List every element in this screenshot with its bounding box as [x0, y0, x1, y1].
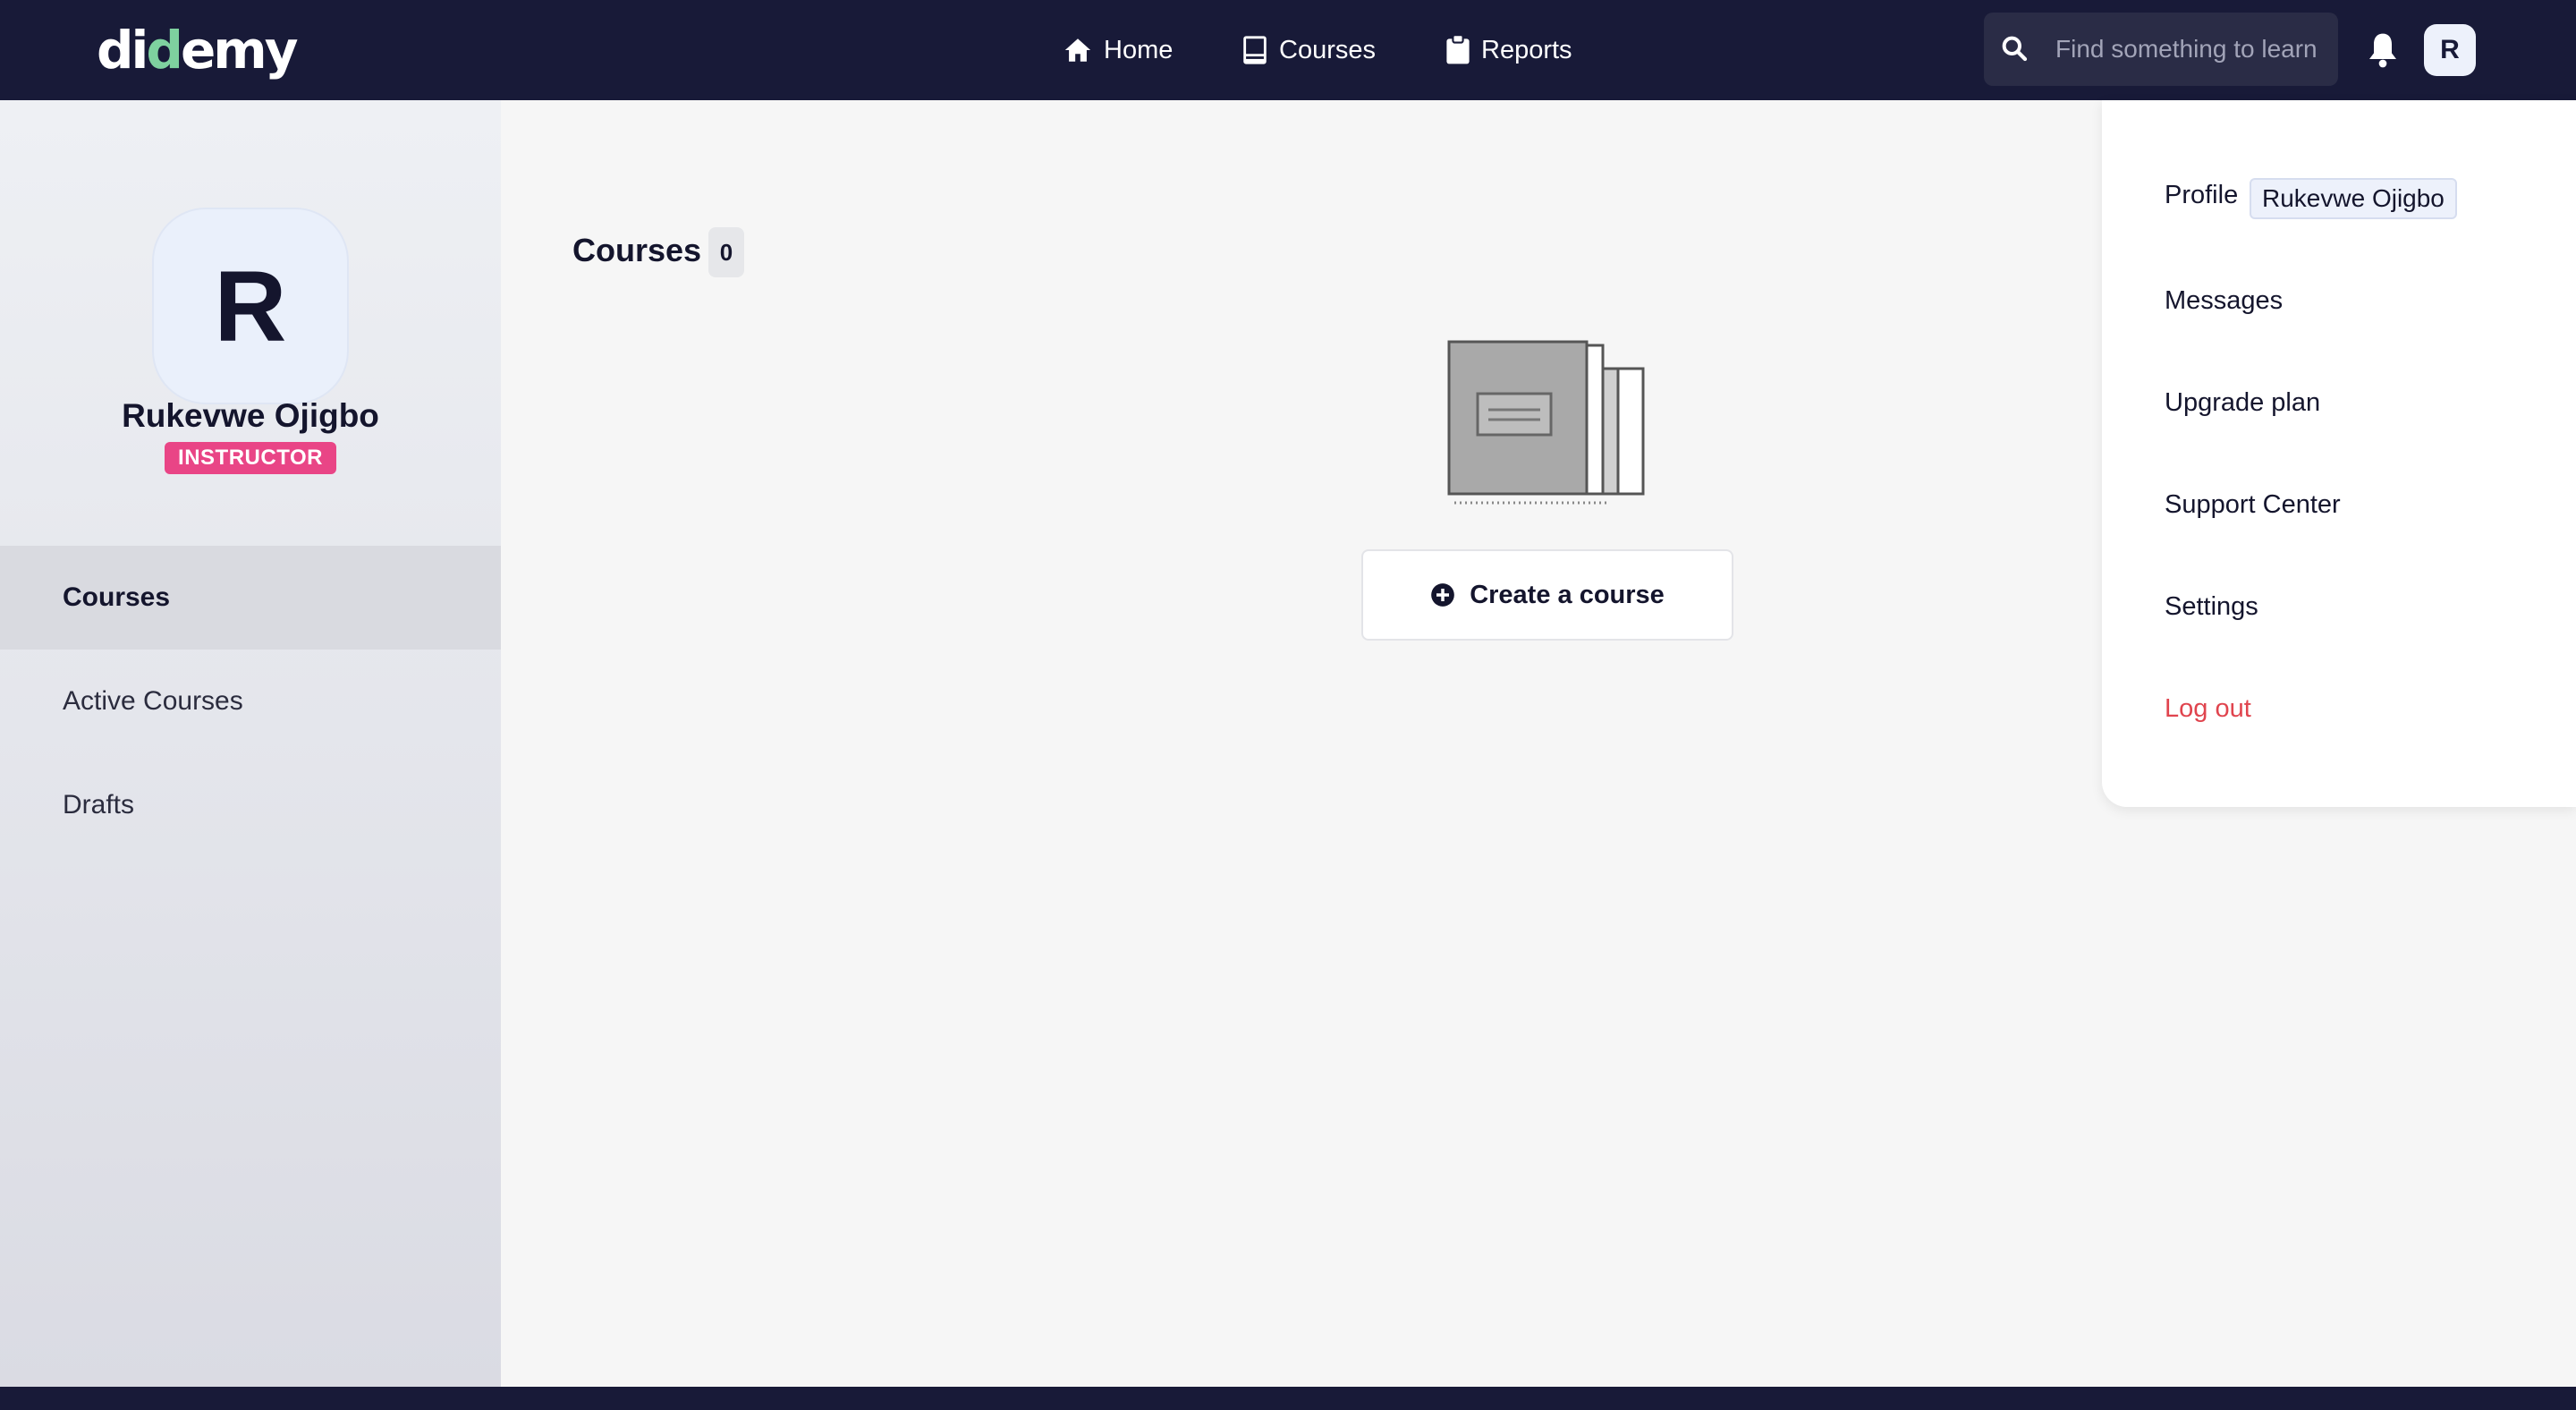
- nav-reports[interactable]: Reports: [1445, 25, 1572, 75]
- sidebar-item-drafts[interactable]: Drafts: [0, 753, 501, 857]
- nav-courses[interactable]: Courses: [1241, 25, 1376, 75]
- footer-bar: [0, 1387, 2576, 1410]
- logo-text-accent: d: [146, 20, 182, 81]
- sidebar-item-label: Courses: [63, 582, 171, 612]
- bell-icon[interactable]: [2365, 30, 2401, 70]
- user-avatar-button[interactable]: R: [2424, 24, 2476, 76]
- empty-courses-illustration: [1447, 340, 1645, 505]
- logo-text-start: di: [97, 20, 148, 81]
- search-input[interactable]: [2054, 29, 2322, 70]
- nav-home-label: Home: [1104, 35, 1174, 64]
- logo[interactable]: didemy: [97, 14, 299, 86]
- profile-avatar: R: [152, 208, 349, 404]
- profile-name-chip: Rukevwe Ojigbo: [2250, 178, 2457, 219]
- sidebar-item-label: Drafts: [63, 790, 135, 820]
- nav-home[interactable]: Home: [1063, 25, 1173, 75]
- sidebar-item-active-courses[interactable]: Active Courses: [0, 650, 501, 753]
- profile-avatar-initial: R: [214, 250, 287, 362]
- profile-name: Rukevwe Ojigbo: [122, 397, 379, 434]
- home-icon: [1064, 38, 1091, 62]
- role-badge: INSTRUCTOR: [165, 442, 336, 474]
- menu-item-settings[interactable]: Settings: [2165, 587, 2258, 626]
- plus-circle-icon: [1431, 583, 1455, 607]
- profile-dropdown-menu: Profile Rukevwe Ojigbo Messages Upgrade …: [2102, 100, 2576, 807]
- nav-courses-label: Courses: [1279, 35, 1376, 64]
- search-icon: [2002, 36, 2028, 62]
- logo-text-end: emy: [180, 20, 299, 81]
- course-count-badge: 0: [708, 227, 744, 277]
- page-title: Courses: [572, 232, 702, 268]
- create-course-button[interactable]: Create a course: [1361, 549, 1733, 641]
- sidebar: R Rukevwe Ojigbo INSTRUCTOR Courses Acti…: [0, 100, 501, 1387]
- clipboard-icon: [1446, 35, 1470, 64]
- book-icon: [1243, 36, 1267, 64]
- create-course-label: Create a course: [1470, 580, 1665, 609]
- menu-item-upgrade-plan[interactable]: Upgrade plan: [2165, 383, 2320, 422]
- menu-item-logout[interactable]: Log out: [2165, 689, 2251, 728]
- user-avatar-initial: R: [2440, 35, 2460, 64]
- sidebar-item-label: Active Courses: [63, 686, 243, 716]
- search-bar: [1984, 13, 2338, 86]
- menu-item-profile[interactable]: Profile: [2165, 175, 2238, 215]
- menu-item-support-center[interactable]: Support Center: [2165, 485, 2341, 524]
- nav-reports-label: Reports: [1481, 35, 1572, 64]
- sidebar-item-courses[interactable]: Courses: [0, 546, 501, 650]
- menu-item-messages[interactable]: Messages: [2165, 281, 2283, 320]
- top-navbar: didemy Home Courses Reports R: [0, 0, 2576, 100]
